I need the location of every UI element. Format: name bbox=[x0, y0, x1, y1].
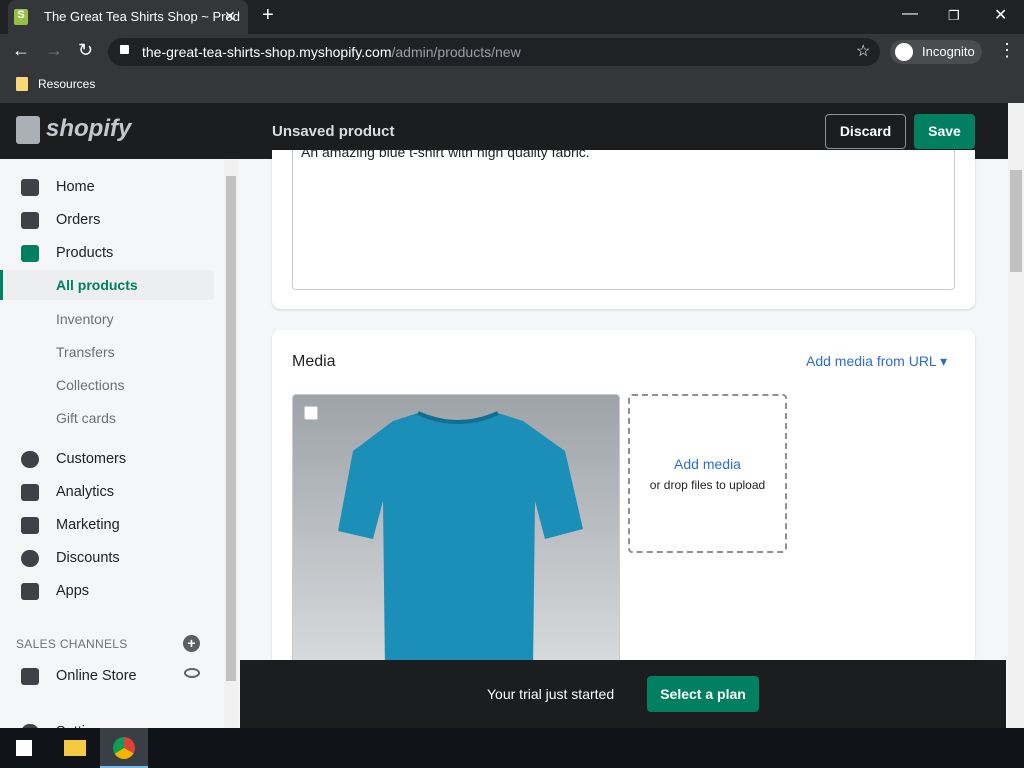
chrome-icon bbox=[113, 737, 135, 759]
url-input[interactable]: the-great-tea-shirts-shop.myshopify.com/… bbox=[108, 38, 880, 66]
sidebar-item-discounts[interactable]: Discounts bbox=[0, 543, 214, 573]
add-media-link[interactable]: Add media bbox=[630, 456, 785, 472]
label: All products bbox=[56, 277, 138, 293]
trial-banner bbox=[240, 660, 1006, 728]
reload-icon[interactable]: ↻ bbox=[78, 40, 93, 61]
label: Inventory bbox=[56, 311, 114, 327]
sidebar-item-transfers[interactable]: Transfers bbox=[0, 337, 214, 367]
bookmark-resources[interactable]: Resources bbox=[38, 77, 95, 91]
media-heading: Media bbox=[292, 353, 336, 370]
shopify-logo[interactable]: shopify bbox=[46, 115, 131, 143]
label: Marketing bbox=[56, 517, 120, 533]
file-explorer-icon[interactable] bbox=[64, 740, 86, 756]
windows-start-icon[interactable] bbox=[16, 740, 32, 756]
save-button[interactable]: Save bbox=[914, 114, 975, 149]
forward-icon[interactable]: → bbox=[45, 40, 63, 61]
incognito-label: Incognito bbox=[922, 44, 975, 59]
close-tab-icon[interactable]: ✕ bbox=[224, 8, 236, 25]
label: Orders bbox=[56, 212, 101, 228]
store-icon bbox=[21, 668, 39, 685]
sales-channels-heading: SALES CHANNELS bbox=[16, 637, 128, 651]
label: Add media from URL bbox=[806, 353, 937, 369]
label: Home bbox=[56, 179, 95, 195]
add-media-from-url-button[interactable]: Add media from URL ▾ bbox=[806, 353, 947, 370]
customers-icon bbox=[21, 451, 39, 468]
label: Gift cards bbox=[56, 410, 116, 426]
chrome-taskbar-button[interactable] bbox=[100, 728, 148, 768]
analytics-icon bbox=[21, 484, 39, 501]
label: Discounts bbox=[56, 550, 120, 566]
discard-button[interactable]: Discard bbox=[825, 114, 906, 149]
browser-tab[interactable]: The Great Tea Shirts Shop ~ Prod bbox=[8, 0, 248, 34]
shopify-bag-icon bbox=[16, 116, 40, 144]
menu-icon[interactable]: ⋮ bbox=[998, 40, 1016, 61]
label: Customers bbox=[56, 451, 127, 467]
label: Apps bbox=[56, 583, 90, 599]
close-window-button[interactable]: ✕ bbox=[994, 5, 1007, 25]
trial-text: Your trial just started bbox=[487, 686, 615, 702]
sidebar-scrollbar-thumb[interactable] bbox=[226, 176, 236, 681]
label: Transfers bbox=[56, 344, 115, 360]
media-dropzone[interactable]: Add media or drop files to upload bbox=[628, 394, 787, 553]
sidebar-item-gift-cards[interactable]: Gift cards bbox=[0, 403, 214, 433]
url-path: /admin/products/new bbox=[391, 44, 521, 60]
tab-title: The Great Tea Shirts Shop ~ Prod bbox=[44, 9, 240, 24]
minimize-button[interactable]: — bbox=[902, 5, 918, 23]
label: Collections bbox=[56, 377, 125, 393]
sidebar-item-analytics[interactable]: Analytics bbox=[0, 477, 214, 507]
caret-down-icon: ▾ bbox=[940, 353, 948, 369]
main-scrollbar-thumb[interactable] bbox=[1010, 170, 1022, 272]
label: Products bbox=[56, 245, 114, 261]
sidebar-item-products[interactable]: Products bbox=[0, 238, 214, 268]
description-text: An amazing blue t-shirt with high qualit… bbox=[301, 150, 590, 160]
drop-hint: or drop files to upload bbox=[649, 478, 766, 492]
sidebar-item-inventory[interactable]: Inventory bbox=[0, 304, 214, 334]
image-select-checkbox[interactable] bbox=[304, 406, 318, 420]
home-icon bbox=[21, 179, 39, 196]
megaphone-icon bbox=[21, 517, 39, 534]
lock-icon bbox=[120, 45, 129, 54]
product-image[interactable] bbox=[292, 394, 620, 664]
sidebar-item-orders[interactable]: Orders bbox=[0, 205, 214, 235]
shopify-favicon-icon: S bbox=[14, 9, 28, 25]
windows-taskbar bbox=[0, 728, 1024, 768]
sidebar-item-home[interactable]: Home bbox=[0, 172, 214, 202]
incognito-icon bbox=[895, 43, 913, 61]
add-channel-icon[interactable]: + bbox=[183, 635, 200, 652]
bookmark-star-icon[interactable]: ☆ bbox=[856, 41, 870, 61]
tag-icon bbox=[21, 245, 39, 262]
sidebar-item-online-store[interactable]: Online Store bbox=[0, 661, 214, 691]
orders-icon bbox=[21, 212, 39, 229]
eye-icon[interactable] bbox=[184, 668, 200, 678]
discount-icon bbox=[21, 550, 39, 567]
label: Analytics bbox=[56, 484, 115, 500]
select-plan-button[interactable]: Select a plan bbox=[647, 676, 759, 712]
apps-icon bbox=[21, 583, 39, 600]
back-icon[interactable]: ← bbox=[12, 40, 30, 61]
url-host: the-great-tea-shirts-shop.myshopify.com bbox=[142, 44, 392, 60]
active-indicator bbox=[0, 270, 3, 300]
sidebar-item-customers[interactable]: Customers bbox=[0, 444, 214, 474]
tshirt-image bbox=[338, 411, 583, 663]
sidebar-item-apps[interactable]: Apps bbox=[0, 576, 214, 606]
page-title: Unsaved product bbox=[272, 123, 395, 140]
bookmarks-bar: Resources bbox=[0, 68, 1024, 103]
new-tab-button[interactable]: + bbox=[262, 4, 274, 27]
sidebar-item-marketing[interactable]: Marketing bbox=[0, 510, 214, 540]
sidebar-item-collections[interactable]: Collections bbox=[0, 370, 214, 400]
sidebar-item-all-products[interactable]: All products bbox=[0, 270, 214, 300]
description-editor[interactable]: An amazing blue t-shirt with high qualit… bbox=[292, 150, 955, 290]
folder-icon bbox=[16, 77, 28, 91]
label: Online Store bbox=[56, 668, 137, 684]
restore-button[interactable]: ❐ bbox=[948, 8, 960, 24]
